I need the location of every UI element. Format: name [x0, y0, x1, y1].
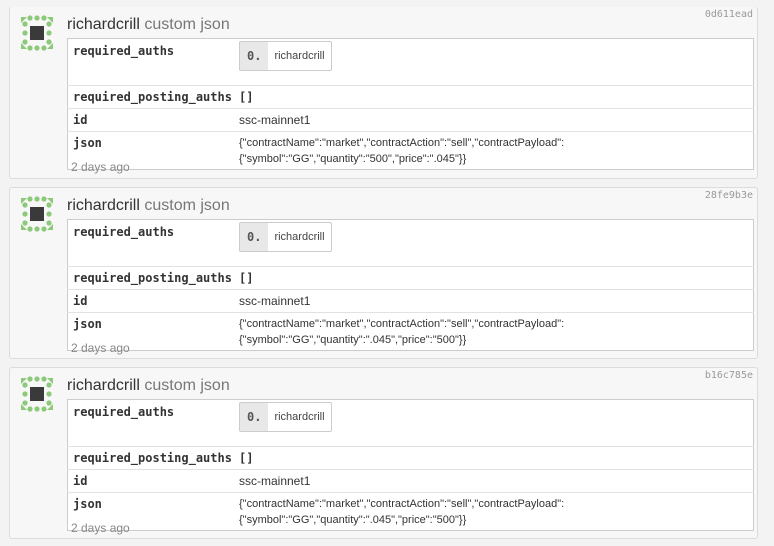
- timestamp[interactable]: 2 days ago: [71, 521, 130, 535]
- auth-account-chip[interactable]: 0. richardcrill: [239, 402, 332, 432]
- json-line-1: {"contractName":"market","contractAction…: [239, 137, 565, 149]
- table-row: required_auths 0. richardcrill: [68, 220, 754, 267]
- operation-title: richardcrill custom json: [67, 196, 230, 216]
- operation-type: custom json: [144, 16, 230, 33]
- identicon-avatar-icon[interactable]: [18, 14, 56, 52]
- operation-params-table: required_auths 0. richardcrill required_…: [67, 399, 754, 531]
- transaction-hash-link[interactable]: b16c785e: [705, 370, 753, 381]
- table-row: json {"contractName":"market","contractA…: [67, 131, 754, 170]
- table-row: required_auths 0. richardcrill: [68, 39, 754, 86]
- identicon-avatar-icon[interactable]: [18, 375, 56, 413]
- param-key-id: id: [67, 108, 239, 132]
- transaction-hash-link[interactable]: 28fe9b3e: [705, 190, 753, 201]
- param-value-json: {"contractName":"market","contractAction…: [239, 131, 754, 170]
- json-line-2: {"symbol":"GG","quantity":".045","price"…: [239, 514, 467, 526]
- auth-account-chip[interactable]: 0. richardcrill: [239, 41, 332, 71]
- param-key-required-posting-auths: required_posting_auths: [67, 446, 239, 470]
- json-line-1: {"contractName":"market","contractAction…: [239, 318, 565, 330]
- operation-card: richardcrill custom json b16c785e requir…: [9, 367, 758, 539]
- identicon-avatar-icon[interactable]: [18, 195, 56, 233]
- operation-card: richardcrill custom json 0d611ead requir…: [9, 7, 758, 179]
- timestamp[interactable]: 2 days ago: [71, 160, 130, 174]
- param-key-required-posting-auths: required_posting_auths: [67, 85, 239, 109]
- param-key-required-auths: required_auths: [73, 405, 175, 419]
- author-link[interactable]: richardcrill: [67, 377, 140, 394]
- auth-index: 0.: [240, 403, 269, 431]
- auth-account-name[interactable]: richardcrill: [268, 42, 330, 70]
- operation-type: custom json: [144, 197, 230, 214]
- param-value-id: ssc-mainnet1: [239, 108, 754, 132]
- auth-account-name[interactable]: richardcrill: [268, 223, 330, 251]
- param-key-id: id: [67, 469, 239, 493]
- json-line-2: {"symbol":"GG","quantity":"500","price":…: [239, 153, 467, 165]
- table-row: required_posting_auths []: [67, 85, 754, 109]
- auth-index: 0.: [240, 223, 269, 251]
- json-line-1: {"contractName":"market","contractAction…: [239, 498, 565, 510]
- param-key-required-auths: required_auths: [73, 44, 175, 58]
- param-key-id: id: [67, 289, 239, 313]
- operation-params-table: required_auths 0. richardcrill required_…: [67, 219, 754, 351]
- param-value-json: {"contractName":"market","contractAction…: [239, 312, 754, 351]
- table-row: id ssc-mainnet1: [67, 289, 754, 313]
- auth-account-chip[interactable]: 0. richardcrill: [239, 222, 332, 252]
- param-value-required-auths: 0. richardcrill: [239, 400, 754, 447]
- param-value-id: ssc-mainnet1: [239, 469, 754, 493]
- table-row: required_posting_auths []: [67, 266, 754, 290]
- param-value-required-posting-auths: []: [239, 266, 754, 290]
- operation-title: richardcrill custom json: [67, 15, 230, 35]
- auth-index: 0.: [240, 42, 269, 70]
- table-row: required_posting_auths []: [67, 446, 754, 470]
- operation-type: custom json: [144, 377, 230, 394]
- table-row: json {"contractName":"market","contractA…: [67, 312, 754, 351]
- author-link[interactable]: richardcrill: [67, 16, 140, 33]
- param-value-json: {"contractName":"market","contractAction…: [239, 492, 754, 531]
- transaction-hash-link[interactable]: 0d611ead: [705, 9, 753, 20]
- table-row: id ssc-mainnet1: [67, 108, 754, 132]
- auth-account-name[interactable]: richardcrill: [268, 403, 330, 431]
- param-key-required-posting-auths: required_posting_auths: [67, 266, 239, 290]
- param-value-required-posting-auths: []: [239, 85, 754, 109]
- table-row: id ssc-mainnet1: [67, 469, 754, 493]
- table-row: required_auths 0. richardcrill: [68, 400, 754, 447]
- json-line-2: {"symbol":"GG","quantity":".045","price"…: [239, 334, 467, 346]
- param-value-required-auths: 0. richardcrill: [239, 220, 754, 267]
- table-row: json {"contractName":"market","contractA…: [67, 492, 754, 531]
- param-value-required-auths: 0. richardcrill: [239, 39, 754, 86]
- param-value-id: ssc-mainnet1: [239, 289, 754, 313]
- param-value-required-posting-auths: []: [239, 446, 754, 470]
- operation-title: richardcrill custom json: [67, 376, 230, 396]
- operation-card: richardcrill custom json 28fe9b3e requir…: [9, 187, 758, 359]
- operation-params-table: required_auths 0. richardcrill required_…: [67, 38, 754, 170]
- timestamp[interactable]: 2 days ago: [71, 341, 130, 355]
- param-key-required-auths: required_auths: [73, 225, 175, 239]
- author-link[interactable]: richardcrill: [67, 197, 140, 214]
